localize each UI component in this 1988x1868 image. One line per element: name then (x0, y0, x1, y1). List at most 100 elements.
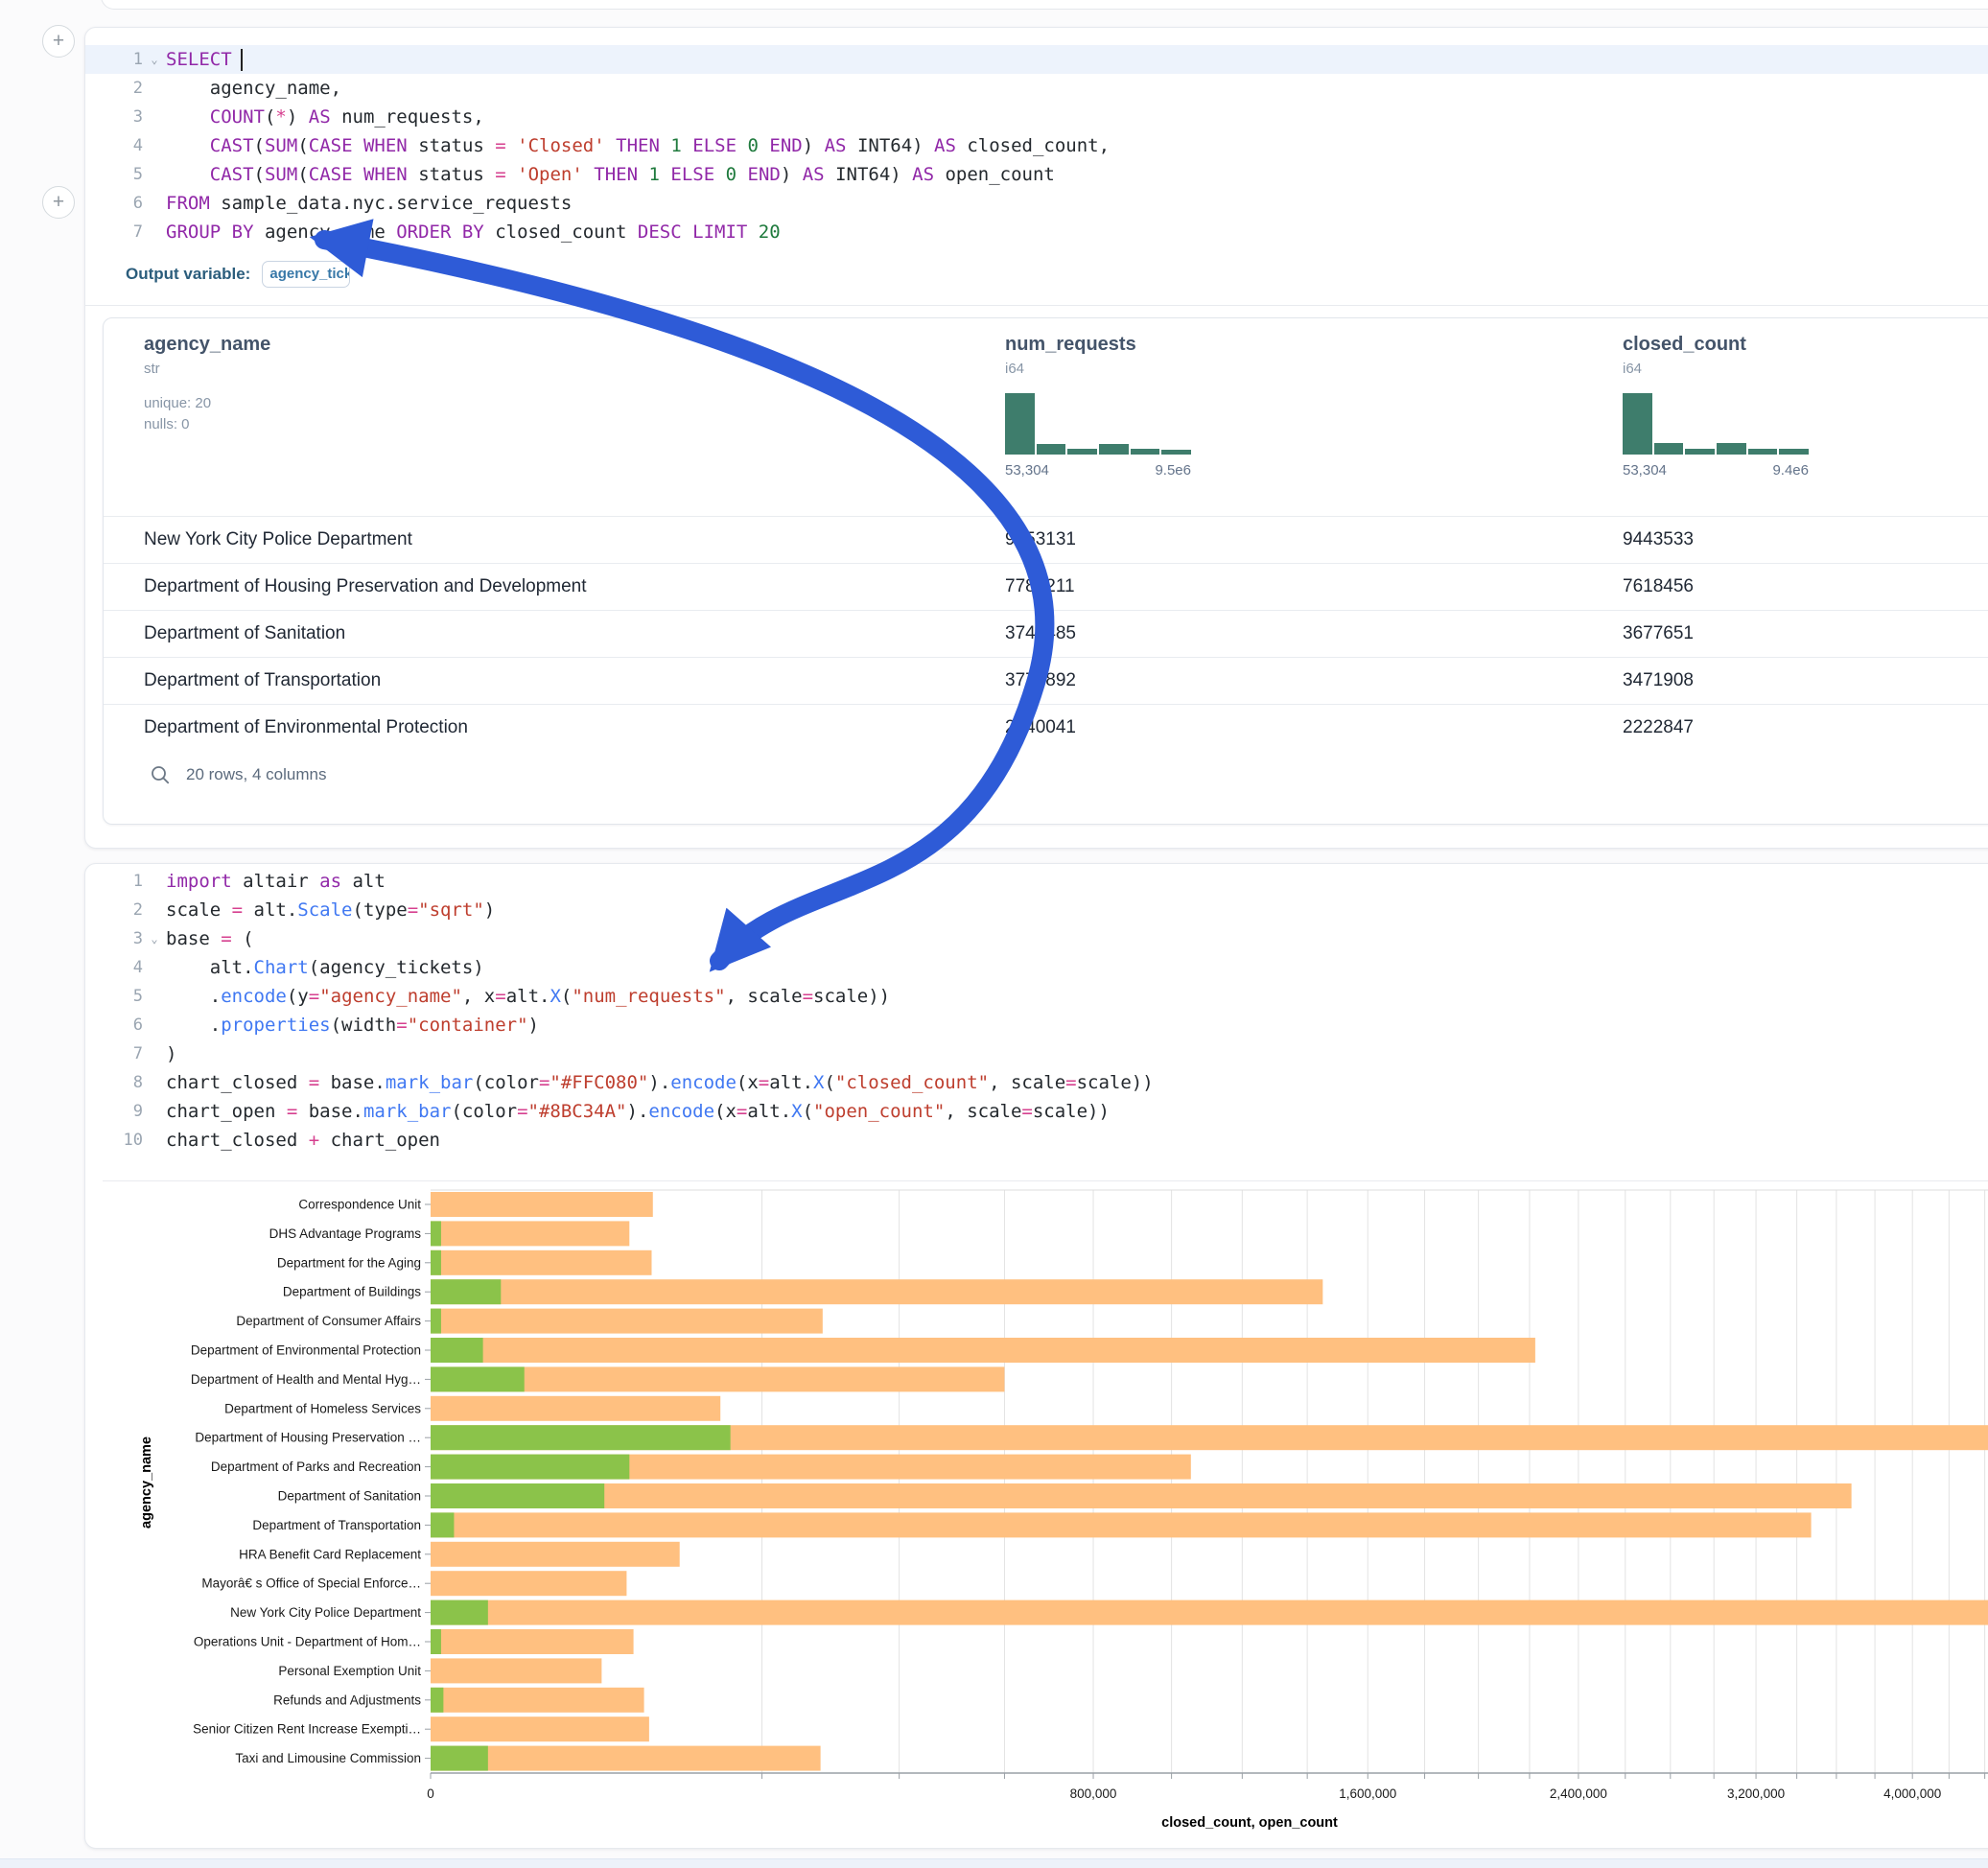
code-text: .properties(width="container") (166, 1015, 539, 1036)
histogram-bar (1654, 443, 1684, 455)
closed-count-bar[interactable] (431, 1629, 634, 1654)
column-histogram[interactable] (1005, 393, 1191, 455)
open-count-bar[interactable] (431, 1688, 443, 1713)
code-text: chart_closed = base.mark_bar(color="#FFC… (166, 1072, 1154, 1093)
open-count-bar[interactable] (431, 1483, 604, 1508)
column-header[interactable]: agency_name (144, 334, 270, 356)
y-axis-label: Department for the Aging (277, 1255, 421, 1270)
y-axis-label: HRA Benefit Card Replacement (239, 1547, 421, 1561)
output-divider (103, 1180, 1988, 1181)
y-axis-label: Taxi and Limousine Commission (235, 1751, 421, 1765)
table-row[interactable]: Department of Sanitation37494853677651 (104, 610, 1988, 657)
sql-code-editor[interactable]: 1⌄SELECT2 agency_name,3 COUNT(*) AS num_… (85, 45, 1988, 246)
add-cell-button-top[interactable]: + (42, 25, 75, 58)
open-count-bar[interactable] (431, 1366, 525, 1391)
line-number: 8 (85, 1073, 143, 1092)
open-count-bar[interactable] (431, 1338, 483, 1363)
column-header[interactable]: closed_count (1623, 334, 1746, 356)
closed-count-bar[interactable] (431, 1600, 1988, 1625)
code-line[interactable]: 3 COUNT(*) AS num_requests, (85, 103, 1988, 131)
table-row[interactable]: Department of Housing Preservation and D… (104, 563, 1988, 610)
table-cell: 2240041 (1005, 705, 1076, 751)
closed-count-bar[interactable] (431, 1571, 626, 1596)
python-code-editor[interactable]: 1import altair as alt2scale = alt.Scale(… (85, 867, 1988, 1155)
add-cell-button-middle[interactable]: + (42, 186, 75, 219)
code-line[interactable]: 6FROM sample_data.nyc.service_requests (85, 189, 1988, 218)
histogram-range: 53,3049.5e6 (1005, 462, 1191, 479)
next-cell-top-edge (0, 1858, 1988, 1868)
open-count-bar[interactable] (431, 1309, 441, 1334)
code-line[interactable]: 8 chart_closed = base.mark_bar(color="#FF… (85, 1068, 1988, 1097)
column-header[interactable]: num_requests (1005, 334, 1136, 356)
table-row[interactable]: Department of Environmental Protection22… (104, 704, 1988, 751)
code-line[interactable]: 7) (85, 1039, 1988, 1068)
code-line[interactable]: 5 .encode(y="agency_name", x=alt.X("num_… (85, 982, 1988, 1011)
code-line[interactable]: 1⌄SELECT (85, 45, 1988, 74)
code-text: import altair as alt (166, 871, 386, 892)
code-text: chart_open = base.mark_bar(color="#8BC34… (166, 1101, 1110, 1122)
table-row-count: 20 rows, 4 columns (186, 765, 326, 784)
table-cell: 3677651 (1623, 611, 1694, 657)
code-line[interactable]: 3⌄base = ( (85, 924, 1988, 953)
closed-count-bar[interactable] (431, 1658, 601, 1683)
open-count-bar[interactable] (431, 1250, 441, 1275)
closed-count-bar[interactable] (431, 1542, 680, 1567)
closed-count-bar[interactable] (431, 1688, 644, 1713)
output-variable-input[interactable]: agency_tickets (262, 261, 350, 288)
code-text: CAST(SUM(CASE WHEN status = 'Closed' THE… (166, 135, 1110, 156)
code-text: COUNT(*) AS num_requests, (166, 106, 484, 128)
code-text: alt.Chart(agency_tickets) (166, 957, 484, 978)
code-line[interactable]: 9chart_open = base.mark_bar(color="#8BC3… (85, 1097, 1988, 1126)
open-count-bar[interactable] (431, 1629, 441, 1654)
x-tick-label: 3,200,000 (1727, 1786, 1785, 1801)
closed-count-bar[interactable] (431, 1396, 720, 1421)
closed-count-bar[interactable] (431, 1279, 1322, 1304)
y-axis-label: Department of Transportation (252, 1518, 421, 1532)
collapse-caret-icon[interactable]: ⌄ (143, 53, 166, 66)
column-type: str (144, 361, 160, 377)
collapse-caret-icon[interactable]: ⌄ (143, 932, 166, 946)
closed-count-bar[interactable] (431, 1512, 1812, 1537)
code-line[interactable]: 5 CAST(SUM(CASE WHEN status = 'Open' THE… (85, 160, 1988, 189)
code-line[interactable]: 7GROUP BY agency_name ORDER BY closed_co… (85, 218, 1988, 246)
open-count-bar[interactable] (431, 1221, 441, 1246)
code-line[interactable]: 10chart_closed + chart_open (85, 1126, 1988, 1155)
code-line[interactable]: 4 CAST(SUM(CASE WHEN status = 'Closed' T… (85, 131, 1988, 160)
code-line[interactable]: 4 alt.Chart(agency_tickets) (85, 953, 1988, 982)
column-stat: nulls: 0 (144, 416, 190, 432)
histogram-bar (1099, 444, 1129, 455)
cell-divider (85, 305, 1988, 306)
code-line[interactable]: 2scale = alt.Scale(type="sqrt") (85, 896, 1988, 924)
column-histogram[interactable] (1623, 393, 1809, 455)
histogram-bar (1685, 449, 1715, 455)
open-count-bar[interactable] (431, 1512, 454, 1537)
closed-count-bar[interactable] (431, 1221, 629, 1246)
closed-count-bar[interactable] (431, 1192, 653, 1217)
code-line[interactable]: 1import altair as alt (85, 867, 1988, 896)
closed-count-bar[interactable] (431, 1338, 1535, 1363)
closed-count-bar[interactable] (431, 1716, 649, 1741)
closed-count-bar[interactable] (431, 1746, 821, 1771)
altair-bar-chart: Correspondence UnitDHS Advantage Program… (126, 1188, 1988, 1850)
search-icon[interactable] (150, 764, 171, 785)
open-count-bar[interactable] (431, 1600, 488, 1625)
closed-count-bar[interactable] (431, 1309, 823, 1334)
open-count-bar[interactable] (431, 1746, 488, 1771)
table-row[interactable]: Department of Transportation377489234719… (104, 657, 1988, 704)
histogram-bar (1623, 393, 1652, 455)
code-text: GROUP BY agency_name ORDER BY closed_cou… (166, 222, 781, 243)
code-text: SELECT (166, 49, 243, 71)
open-count-bar[interactable] (431, 1455, 629, 1480)
open-count-bar[interactable] (431, 1425, 731, 1450)
table-cell: 3774892 (1005, 658, 1076, 704)
line-number: 4 (85, 136, 143, 155)
code-line[interactable]: 2 agency_name, (85, 74, 1988, 103)
x-axis-title: closed_count, open_count (1161, 1815, 1338, 1831)
code-line[interactable]: 6 .properties(width="container") (85, 1011, 1988, 1039)
dataframe-preview: agency_namestrunique: 20nulls: 0num_requ… (103, 317, 1988, 825)
table-row[interactable]: New York City Police Department945313194… (104, 516, 1988, 563)
open-count-bar[interactable] (431, 1279, 501, 1304)
closed-count-bar[interactable] (431, 1483, 1852, 1508)
closed-count-bar[interactable] (431, 1250, 651, 1275)
code-text: base = ( (166, 928, 254, 949)
